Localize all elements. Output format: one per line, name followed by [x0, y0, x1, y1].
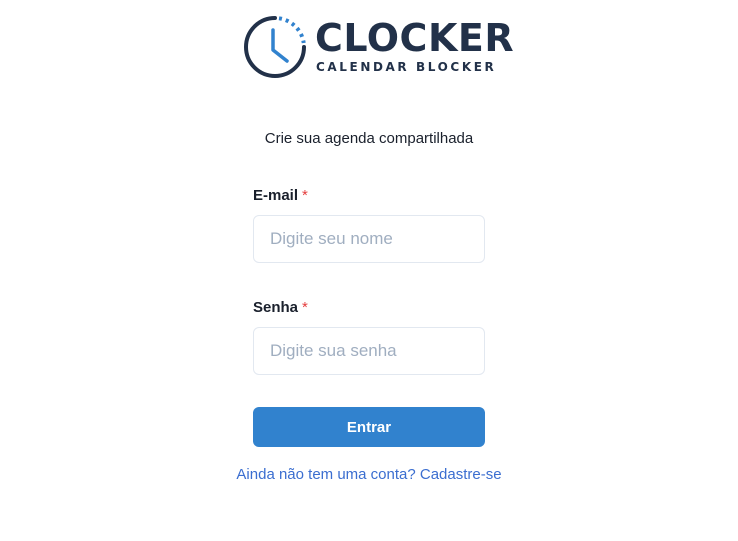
clock-icon — [244, 16, 306, 78]
password-input[interactable] — [253, 327, 485, 375]
page-tagline: Crie sua agenda compartilhada — [264, 130, 474, 147]
login-button[interactable]: Entrar — [253, 407, 485, 447]
email-label-text: E-mail — [253, 187, 299, 204]
logo-subtitle: CALENDAR BLOCKER — [316, 60, 497, 74]
email-label: E-mail * — [253, 187, 308, 204]
password-label: Senha * — [253, 299, 308, 316]
signup-link[interactable]: Ainda não tem uma conta? Cadastre-se — [0, 466, 738, 483]
clocker-logo: CLOCKER CALENDAR BLOCKER — [243, 16, 514, 78]
required-mark: * — [302, 299, 308, 316]
required-mark: * — [302, 187, 308, 204]
email-input[interactable] — [253, 215, 485, 263]
login-page: CLOCKER CALENDAR BLOCKER Crie sua agenda… — [0, 0, 738, 541]
logo-title: CLOCKER — [315, 16, 515, 60]
password-label-text: Senha — [253, 299, 299, 316]
